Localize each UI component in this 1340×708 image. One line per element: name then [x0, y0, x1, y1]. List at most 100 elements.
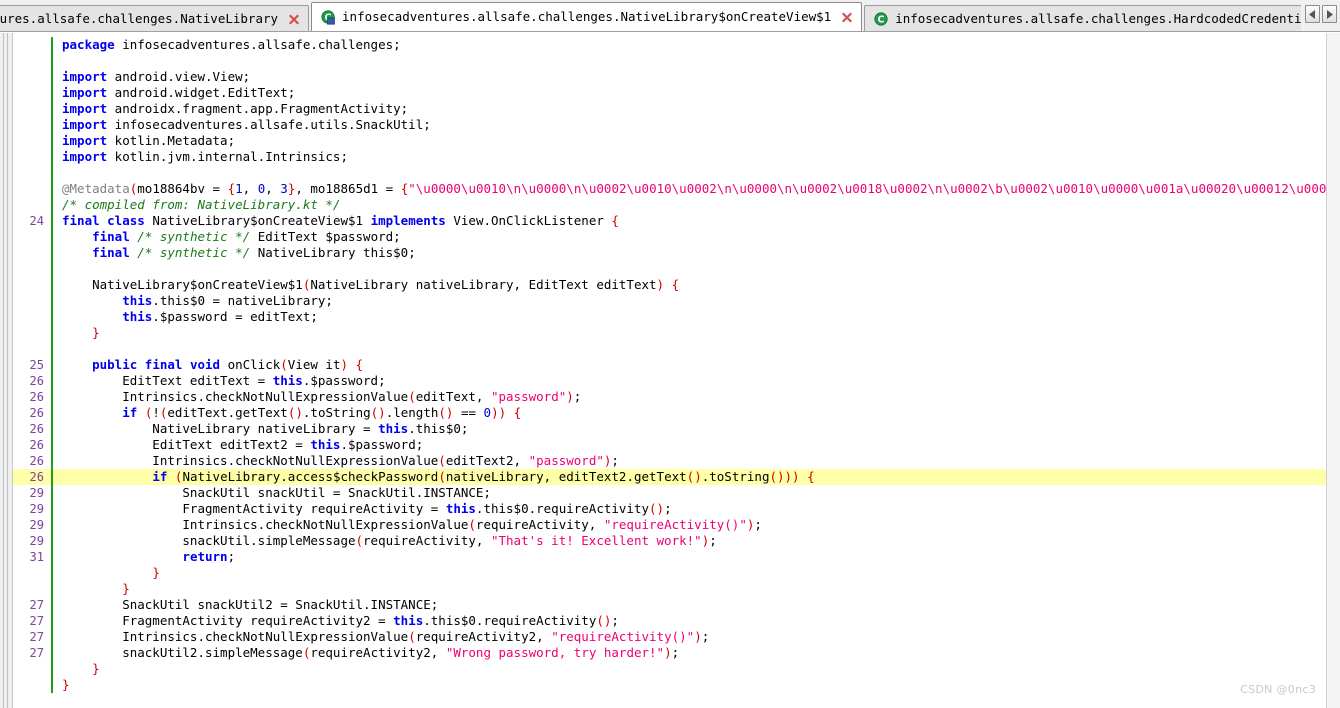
code-line[interactable]: }: [13, 661, 1326, 677]
code-line[interactable]: final /* synthetic */ EditText $password…: [13, 229, 1326, 245]
code-line[interactable]: 29 Intrinsics.checkNotNullExpressionValu…: [13, 517, 1326, 533]
code-line[interactable]: }: [13, 325, 1326, 341]
code-text: Intrinsics.checkNotNullExpressionValue(r…: [53, 629, 1326, 645]
code-line[interactable]: import android.widget.EditText;: [13, 85, 1326, 101]
code-text: snackUtil.simpleMessage(requireActivity,…: [53, 533, 1326, 549]
code-line[interactable]: final /* synthetic */ NativeLibrary this…: [13, 245, 1326, 261]
line-number: [13, 309, 53, 325]
line-number: [13, 133, 53, 149]
close-icon: [841, 12, 852, 23]
code-line[interactable]: 25 public final void onClick(View it) {: [13, 357, 1326, 373]
code-line[interactable]: [13, 53, 1326, 69]
editor-tab-2[interactable]: Cinfosecadventures.allsafe.challenges.Ha…: [864, 5, 1301, 31]
line-number: 26: [13, 453, 53, 469]
code-text: import android.view.View;: [53, 69, 1326, 85]
code-line[interactable]: import kotlin.jvm.internal.Intrinsics;: [13, 149, 1326, 165]
code-line[interactable]: 26 Intrinsics.checkNotNullExpressionValu…: [13, 453, 1326, 469]
code-text: [53, 53, 1326, 69]
code-line[interactable]: }: [13, 565, 1326, 581]
java-inner-class-icon: C: [321, 10, 335, 25]
code-text: if (!(editText.getText().toString().leng…: [53, 405, 1326, 421]
code-text: SnackUtil snackUtil2 = SnackUtil.INSTANC…: [53, 597, 1326, 613]
code-line[interactable]: 29 FragmentActivity requireActivity = th…: [13, 501, 1326, 517]
code-line[interactable]: this.$password = editText;: [13, 309, 1326, 325]
code-line[interactable]: 26 if (!(editText.getText().toString().l…: [13, 405, 1326, 421]
tab-scroll-controls: [1301, 0, 1340, 31]
editor-tab-label: infosecadventures.allsafe.challenges.Har…: [895, 11, 1301, 27]
line-number: 26: [13, 373, 53, 389]
code-text: snackUtil2.simpleMessage(requireActivity…: [53, 645, 1326, 661]
code-line[interactable]: import kotlin.Metadata;: [13, 133, 1326, 149]
code-text: package infosecadventures.allsafe.challe…: [53, 37, 1326, 53]
line-number: [13, 229, 53, 245]
left-scrollbar[interactable]: [0, 33, 13, 708]
close-icon: [288, 14, 299, 25]
code-line[interactable]: 24 final class NativeLibrary$onCreateView…: [13, 213, 1326, 229]
tab-close-button[interactable]: [840, 11, 854, 25]
line-number: [13, 277, 53, 293]
code-line[interactable]: /* compiled from: NativeLibrary.kt */: [13, 197, 1326, 213]
line-number: 27: [13, 629, 53, 645]
code-line[interactable]: 29 snackUtil.simpleMessage(requireActivi…: [13, 533, 1326, 549]
code-line[interactable]: 26 EditText editText = this.$password;: [13, 373, 1326, 389]
line-number: [13, 261, 53, 277]
editor-area: package infosecadventures.allsafe.challe…: [0, 32, 1340, 708]
code-text: [53, 165, 1326, 181]
jd-gui-window: entures.allsafe.challenges.NativeLibrary…: [0, 0, 1340, 708]
code-line[interactable]: [13, 341, 1326, 357]
code-text: import kotlin.jvm.internal.Intrinsics;: [53, 149, 1326, 165]
java-class-icon: C: [874, 12, 888, 26]
code-line[interactable]: }: [13, 581, 1326, 597]
tab-close-button[interactable]: [287, 13, 301, 27]
code-line[interactable]: 26 Intrinsics.checkNotNullExpressionValu…: [13, 389, 1326, 405]
code-text: return;: [53, 549, 1326, 565]
chevron-right-icon: [1327, 9, 1333, 19]
code-text: Intrinsics.checkNotNullExpressionValue(r…: [53, 517, 1326, 533]
code-line[interactable]: import infosecadventures.allsafe.utils.S…: [13, 117, 1326, 133]
code-text: }: [53, 661, 1326, 677]
line-number: 27: [13, 613, 53, 629]
code-text: public final void onClick(View it) {: [53, 357, 1326, 373]
editor-tab-0[interactable]: entures.allsafe.challenges.NativeLibrary: [0, 5, 310, 31]
code-text: import androidx.fragment.app.FragmentAct…: [53, 101, 1326, 117]
line-number: [13, 197, 53, 213]
line-number: 25: [13, 357, 53, 373]
tab-strip: entures.allsafe.challenges.NativeLibrary…: [0, 0, 1301, 31]
line-number: 26: [13, 405, 53, 421]
line-number: [13, 101, 53, 117]
line-number: [13, 117, 53, 133]
code-line[interactable]: 29 SnackUtil snackUtil = SnackUtil.INSTA…: [13, 485, 1326, 501]
code-line[interactable]: import androidx.fragment.app.FragmentAct…: [13, 101, 1326, 117]
code-line[interactable]: 27 Intrinsics.checkNotNullExpressionValu…: [13, 629, 1326, 645]
right-scrollbar[interactable]: [1326, 33, 1340, 708]
code-line[interactable]: }: [13, 677, 1326, 693]
code-line[interactable]: import android.view.View;: [13, 69, 1326, 85]
code-line[interactable]: 31 return;: [13, 549, 1326, 565]
line-number: 31: [13, 549, 53, 565]
editor-tab-1[interactable]: Cinfosecadventures.allsafe.challenges.Na…: [311, 2, 863, 31]
code-text: EditText editText2 = this.$password;: [53, 437, 1326, 453]
code-line[interactable]: package infosecadventures.allsafe.challe…: [13, 37, 1326, 53]
code-line[interactable]: [13, 165, 1326, 181]
code-line[interactable]: this.this$0 = nativeLibrary;: [13, 293, 1326, 309]
code-line-highlighted[interactable]: 26 if (NativeLibrary.access$checkPasswor…: [13, 469, 1326, 485]
code-text: if (NativeLibrary.access$checkPassword(n…: [53, 469, 1326, 485]
code-text: EditText editText = this.$password;: [53, 373, 1326, 389]
source-code-view[interactable]: package infosecadventures.allsafe.challe…: [13, 33, 1326, 708]
code-line[interactable]: 27 FragmentActivity requireActivity2 = t…: [13, 613, 1326, 629]
code-line[interactable]: 26 EditText editText2 = this.$password;: [13, 437, 1326, 453]
tab-scroll-right-button[interactable]: [1322, 5, 1337, 23]
line-number: [13, 165, 53, 181]
code-line[interactable]: 27 snackUtil2.simpleMessage(requireActiv…: [13, 645, 1326, 661]
code-line[interactable]: 27 SnackUtil snackUtil2 = SnackUtil.INST…: [13, 597, 1326, 613]
code-line[interactable]: @Metadata(mo18864bv = {1, 0, 3}, mo18865…: [13, 181, 1326, 197]
code-text: @Metadata(mo18864bv = {1, 0, 3}, mo18865…: [53, 181, 1326, 197]
code-line[interactable]: 26 NativeLibrary nativeLibrary = this.th…: [13, 421, 1326, 437]
line-number: [13, 245, 53, 261]
code-line[interactable]: NativeLibrary$onCreateView$1(NativeLibra…: [13, 277, 1326, 293]
tab-scroll-left-button[interactable]: [1305, 5, 1320, 23]
line-number: 27: [13, 597, 53, 613]
code-text: [53, 261, 1326, 277]
code-text: NativeLibrary$onCreateView$1(NativeLibra…: [53, 277, 1326, 293]
code-line[interactable]: [13, 261, 1326, 277]
